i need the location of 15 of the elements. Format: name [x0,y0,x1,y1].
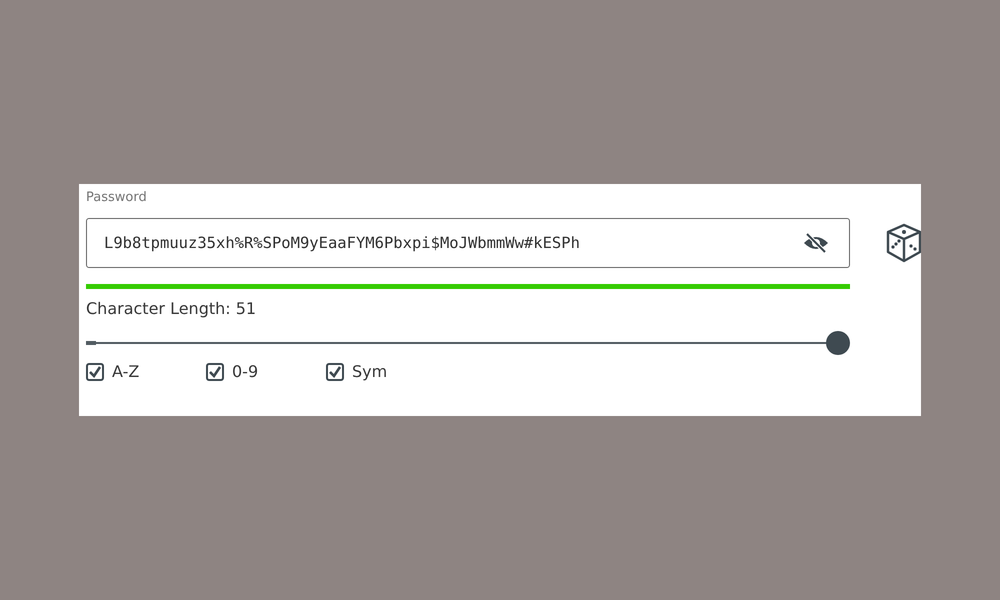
password-field[interactable]: L9b8tpmuuz35xh%R%SPoM9yEaaFYM6Pbxpi$MoJWbmmWw#kESPh [86,218,850,268]
checkbox[interactable] [206,362,224,380]
length-slider[interactable] [86,331,850,355]
option-label: 0-9 [232,362,258,381]
option-checkbox[interactable]: Sym [326,362,446,381]
checkbox[interactable] [326,362,344,380]
option-label: Sym [352,362,388,381]
option-checkbox[interactable]: 0-9 [206,362,326,381]
checkbox[interactable] [86,362,104,380]
length-label: Character Length: 51 [86,299,258,320]
option-label: A-Z [112,362,140,381]
field-label: Password [86,190,148,207]
eye-slash-icon[interactable] [802,232,830,254]
dice-icon[interactable] [885,223,921,263]
option-checkbox[interactable]: A-Z [86,362,206,381]
